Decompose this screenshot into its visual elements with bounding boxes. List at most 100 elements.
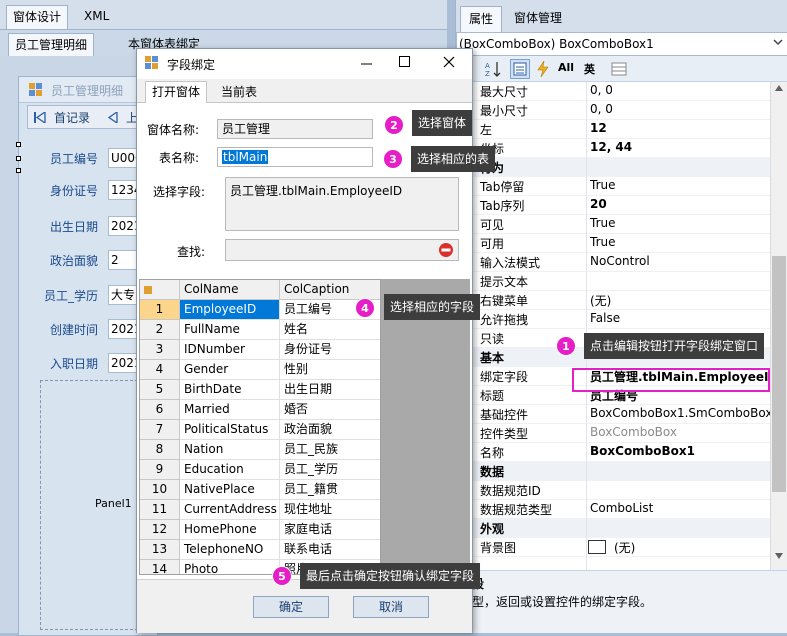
first-record-icon[interactable]	[34, 112, 46, 123]
property-value[interactable]: (无)	[590, 292, 770, 309]
property-row[interactable]: 最小尺寸 0, 0	[456, 101, 770, 120]
object-selector[interactable]: (BoxComboBox) BoxComboBox1	[456, 32, 787, 56]
cell-colcaption: 政治面貌	[280, 420, 380, 440]
cell-colname: Photo	[180, 560, 280, 574]
dialog-body: 窗体名称: 员工管理 表名称: tblMain 选择字段: 员工管理.tblMa…	[137, 103, 472, 633]
field-label-id-number: 身份证号	[50, 184, 99, 198]
property-value[interactable]: True	[590, 216, 770, 230]
tab-current-table[interactable]: 当前表	[221, 83, 257, 100]
table-row[interactable]: 4 Gender 性别	[140, 360, 380, 380]
selection-handle[interactable]	[16, 168, 21, 173]
first-record-button[interactable]: 首记录	[54, 109, 90, 126]
table-row[interactable]: 6 Married 婚否	[140, 400, 380, 420]
selected-field-value: 员工管理.tblMain.EmployeeID	[230, 184, 403, 198]
property-row[interactable]: 坐标12, 44	[456, 139, 770, 158]
property-row[interactable]: 基础控件 BoxComboBox1.SmComboBox	[456, 405, 770, 424]
cell-colcaption: 员工_学历	[280, 460, 380, 480]
close-icon[interactable]	[443, 56, 455, 68]
svg-text:Z: Z	[485, 70, 490, 78]
selected-field-box[interactable]: 员工管理.tblMain.EmployeeID	[225, 177, 459, 231]
clear-search-icon[interactable]	[438, 242, 454, 258]
chevron-down-icon[interactable]	[773, 37, 783, 47]
table-row[interactable]: 10 NativePlace 员工_籍贯	[140, 480, 380, 500]
property-row[interactable]: 背景图 (无)	[456, 538, 770, 557]
row-number: 14	[140, 560, 180, 574]
property-category[interactable]: 行为	[456, 158, 770, 177]
property-value[interactable]: BoxComboBox1.SmComboBox	[590, 406, 770, 420]
table-row[interactable]: 12 HomePhone 家庭电话	[140, 520, 380, 540]
property-row[interactable]: Tab序列 20	[456, 196, 770, 215]
grid-header-colname[interactable]: ColName	[180, 280, 280, 300]
property-row[interactable]: 右键菜单 (无)	[456, 291, 770, 310]
property-row[interactable]: 提示文本	[456, 272, 770, 291]
property-row[interactable]: 数据规范ID	[456, 481, 770, 500]
property-value[interactable]: BoxComboBox1	[590, 444, 770, 458]
table-row[interactable]: 2 FullName 姓名	[140, 320, 380, 340]
tab-employee-detail[interactable]: 员工管理明细	[8, 33, 95, 57]
property-pages-button[interactable]	[510, 59, 530, 79]
bound-field-highlight	[572, 368, 770, 392]
table-row[interactable]: 3 IDNumber 身份证号	[140, 340, 380, 360]
selection-handle[interactable]	[16, 156, 21, 161]
table-name-field[interactable]: tblMain	[217, 147, 373, 167]
property-value[interactable]: 12	[590, 121, 770, 135]
property-value[interactable]: 20	[590, 197, 770, 211]
callout-badge-3: 3	[383, 149, 403, 169]
show-all-button[interactable]: All	[558, 61, 574, 74]
tab-form-design[interactable]: 窗体设计	[6, 5, 69, 29]
property-row[interactable]: 可见 True	[456, 215, 770, 234]
selection-handle[interactable]	[16, 142, 21, 147]
table-row[interactable]: 11 CurrentAddress 现住地址	[140, 500, 380, 520]
tab-xml[interactable]: XML	[78, 5, 115, 29]
property-row[interactable]: 输入法模式 NoControl	[456, 253, 770, 272]
table-row[interactable]: 5 BirthDate 出生日期	[140, 380, 380, 400]
property-value[interactable]: BoxComboBox	[590, 425, 770, 439]
table-row[interactable]: 1 EmployeeID 员工编号	[140, 300, 380, 320]
scroll-down-icon[interactable]	[774, 552, 784, 560]
property-value[interactable]: 0, 0	[590, 83, 770, 97]
scrollbar-thumb[interactable]	[772, 256, 786, 492]
scroll-up-icon[interactable]	[774, 84, 784, 92]
property-grid-icon[interactable]	[610, 60, 628, 78]
cell-colname: Married	[180, 400, 280, 420]
table-row[interactable]: 7 PoliticalStatus 政治面貌	[140, 420, 380, 440]
property-value[interactable]: True	[590, 178, 770, 192]
property-value[interactable]: False	[590, 311, 770, 325]
property-row[interactable]: 允许拖拽 False	[456, 310, 770, 329]
property-row[interactable]: 名称 BoxComboBox1	[456, 443, 770, 462]
property-row[interactable]: 左 12	[456, 120, 770, 139]
tab-form-manager[interactable]: 窗体管理	[514, 6, 562, 32]
property-row[interactable]: 最大尺寸 0, 0	[456, 82, 770, 101]
table-row[interactable]: 13 TelephoneNO 联系电话	[140, 540, 380, 560]
grid-header-colcaption[interactable]: ColCaption	[280, 280, 380, 300]
property-value[interactable]: 12, 44	[590, 140, 770, 154]
find-input[interactable]	[225, 239, 459, 261]
table-row[interactable]: 8 Nation 员工_民族	[140, 440, 380, 460]
cancel-button[interactable]: 取消	[353, 596, 429, 618]
events-icon[interactable]	[536, 60, 550, 78]
property-row[interactable]: Tab停留 True	[456, 177, 770, 196]
row-number: 9	[140, 460, 180, 480]
tab-properties[interactable]: 属性	[460, 6, 503, 32]
prev-record-icon[interactable]	[108, 112, 118, 123]
form-name-label: 窗体名称:	[147, 123, 200, 137]
language-toggle-button[interactable]: 英	[584, 61, 595, 77]
property-value[interactable]: ComboList	[590, 501, 770, 515]
sort-alpha-icon[interactable]: AZ	[484, 60, 502, 78]
property-value[interactable]: NoControl	[590, 254, 770, 268]
cell-colname: Education	[180, 460, 280, 480]
property-row[interactable]: 可用 True	[456, 234, 770, 253]
maximize-icon[interactable]	[399, 56, 411, 68]
property-row[interactable]: 控件类型 BoxComboBox	[456, 424, 770, 443]
property-category[interactable]: 外观	[456, 519, 770, 538]
property-value[interactable]: True	[590, 235, 770, 249]
minimize-icon[interactable]	[361, 59, 373, 69]
property-value[interactable]: 0, 0	[590, 102, 770, 116]
tab-open-form[interactable]: 打开窗体	[145, 81, 208, 104]
ok-button[interactable]: 确定	[253, 596, 329, 618]
property-row[interactable]: 数据规范类型 ComboList	[456, 500, 770, 519]
table-row[interactable]: 9 Education 员工_学历	[140, 460, 380, 480]
property-category[interactable]: 数据	[456, 462, 770, 481]
form-name-field[interactable]: 员工管理	[217, 119, 373, 139]
property-value[interactable]: (无)	[614, 539, 787, 556]
